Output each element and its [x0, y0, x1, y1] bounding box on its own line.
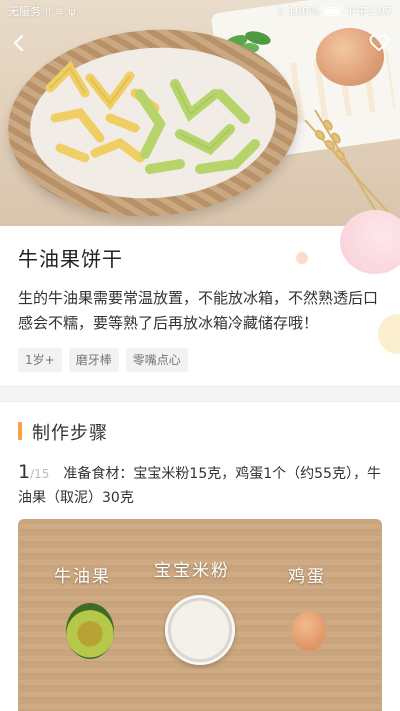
- recipe-description: 生的牛油果需要常温放置，不能放冰箱，不然熟透后口感会不糯，要等熟了后再放冰箱冷藏…: [18, 289, 379, 332]
- avocado-image: [66, 603, 114, 659]
- step-image[interactable]: 牛油果 宝宝米粉 鸡蛋: [18, 519, 382, 711]
- wifi-icon: ≋: [55, 4, 65, 18]
- section-divider: [0, 386, 400, 402]
- tag-chip[interactable]: 零嘴点心: [125, 348, 188, 372]
- sim-icon: ▯: [45, 4, 52, 18]
- step-number: 1: [18, 461, 31, 483]
- recipe-hero-image: [0, 0, 400, 226]
- favorite-button[interactable]: [366, 30, 392, 56]
- steps-section-title: 制作步骤: [32, 423, 108, 444]
- recipe-title: 牛油果饼干: [18, 247, 123, 271]
- green-cookies: [135, 79, 260, 174]
- heart-outline-icon: [369, 34, 389, 51]
- clock-text: 下午1:07: [345, 5, 392, 18]
- recipe-tags: 1岁+ 磨牙棒 零嘴点心: [18, 348, 188, 372]
- step-total: /15: [30, 467, 50, 481]
- wheat-image: [304, 110, 396, 226]
- carrier-text: 无服务: [8, 5, 41, 18]
- bluetooth-icon: ᛒ: [277, 4, 284, 18]
- ingredient-label: 鸡蛋: [288, 567, 326, 587]
- ingredient-label: 宝宝米粉: [154, 561, 230, 581]
- usb-icon: ψ: [68, 4, 76, 18]
- section-accent-bar: [18, 422, 22, 440]
- decorative-dot: [296, 252, 308, 264]
- battery-text: 100%: [287, 4, 320, 18]
- tag-chip[interactable]: 磨牙棒: [68, 348, 119, 372]
- status-bar: 无服务 ▯ ≋ ψ ᛒ 100% 下午1:07: [0, 0, 400, 22]
- rice-cereal-bowl-image: [165, 595, 235, 665]
- step-text: 准备食材：宝宝米粉15克，鸡蛋1个（约55克），牛油果（取泥）30克: [18, 466, 381, 506]
- chevron-left-icon: [13, 34, 24, 52]
- step-item: 1/15 准备食材：宝宝米粉15克，鸡蛋1个（约55克），牛油果（取泥）30克: [18, 460, 388, 510]
- battery-icon: [323, 6, 342, 16]
- back-button[interactable]: [6, 30, 32, 56]
- tag-chip[interactable]: 1岁+: [18, 348, 62, 372]
- ingredient-label: 牛油果: [54, 567, 111, 587]
- decorative-circle: [340, 210, 400, 274]
- egg-image: [292, 611, 326, 651]
